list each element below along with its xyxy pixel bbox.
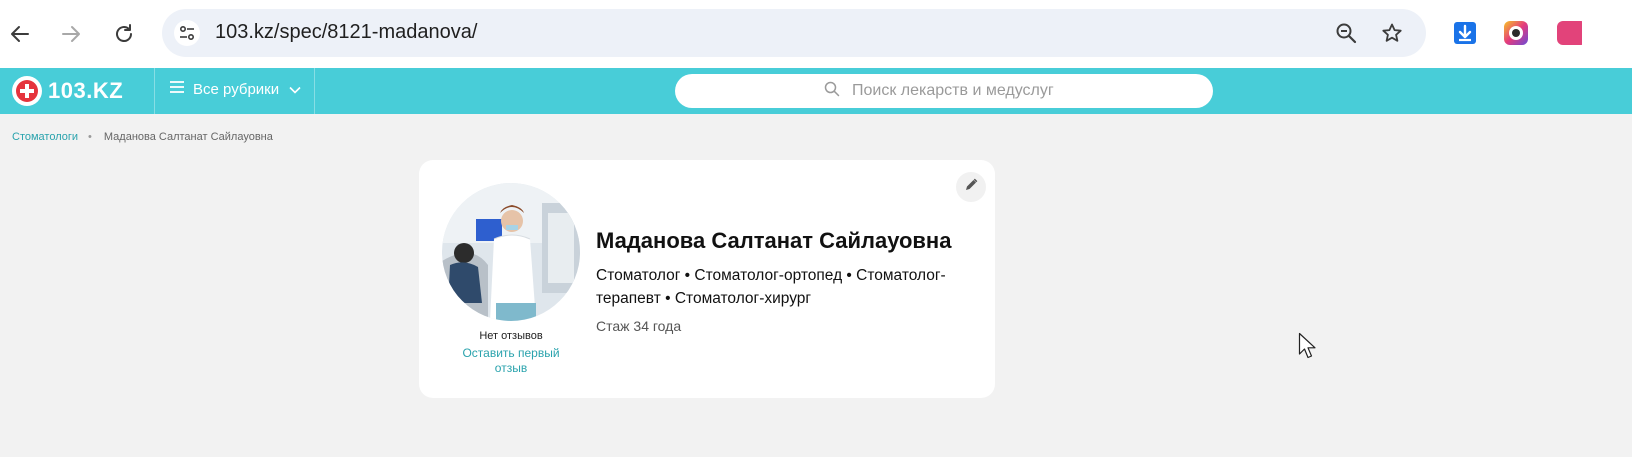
mouse-cursor-icon (1298, 332, 1318, 365)
breadcrumb-link-dentists[interactable]: Стоматологи (12, 131, 78, 143)
menu-icon (169, 80, 185, 98)
zoom-out-icon[interactable] (1334, 21, 1358, 45)
download-icon[interactable] (1452, 20, 1478, 46)
search-input[interactable] (850, 81, 1064, 101)
address-bar[interactable]: 103.kz/spec/8121-madanova/ (162, 9, 1426, 57)
logo-text: 103.KZ (48, 78, 124, 103)
no-reviews-text: Нет отзывов (479, 330, 543, 342)
edit-button[interactable] (956, 172, 986, 202)
medical-cross-icon (12, 76, 42, 106)
pencil-icon (964, 178, 978, 197)
all-rubrics-button[interactable]: Все рубрики (169, 80, 301, 98)
search-icon (824, 81, 840, 102)
browser-toolbar: 103.kz/spec/8121-madanova/ (0, 0, 1632, 68)
doctor-photo (442, 183, 580, 321)
all-rubrics-label: Все рубрики (193, 80, 280, 98)
doctor-specialties: Стоматолог • Стоматолог-ортопед • Стомат… (596, 267, 946, 307)
leave-first-review-link[interactable]: Оставить первый отзыв (451, 346, 571, 376)
search-box[interactable] (675, 74, 1213, 108)
star-icon[interactable] (1380, 21, 1404, 45)
chevron-down-icon (289, 81, 301, 98)
breadcrumb-separator: • (88, 131, 92, 143)
site-logo[interactable]: 103.KZ (12, 76, 123, 106)
extension-badge-icon[interactable] (1556, 20, 1582, 46)
doctor-experience: Стаж 34 года (596, 318, 682, 334)
reload-icon[interactable] (108, 18, 140, 50)
extension-icon[interactable] (1503, 20, 1529, 46)
breadcrumb: Стоматологи • Маданова Салтанат Сайлауов… (12, 131, 273, 143)
site-header: 103.KZ Все рубрики (0, 68, 1632, 114)
header-divider (314, 68, 315, 114)
back-arrow-icon[interactable] (4, 18, 36, 50)
forward-arrow-icon[interactable] (55, 18, 87, 50)
breadcrumb-current: Маданова Салтанат Сайлауовна (103, 131, 273, 143)
doctor-card: Нет отзывов Оставить первый отзыв Мадано… (419, 160, 995, 398)
url-text[interactable]: 103.kz/spec/8121-madanova/ (215, 21, 477, 44)
doctor-name: Маданова Салтанат Сайлауовна (596, 228, 952, 253)
header-divider (154, 68, 155, 114)
tune-icon[interactable] (174, 20, 200, 46)
